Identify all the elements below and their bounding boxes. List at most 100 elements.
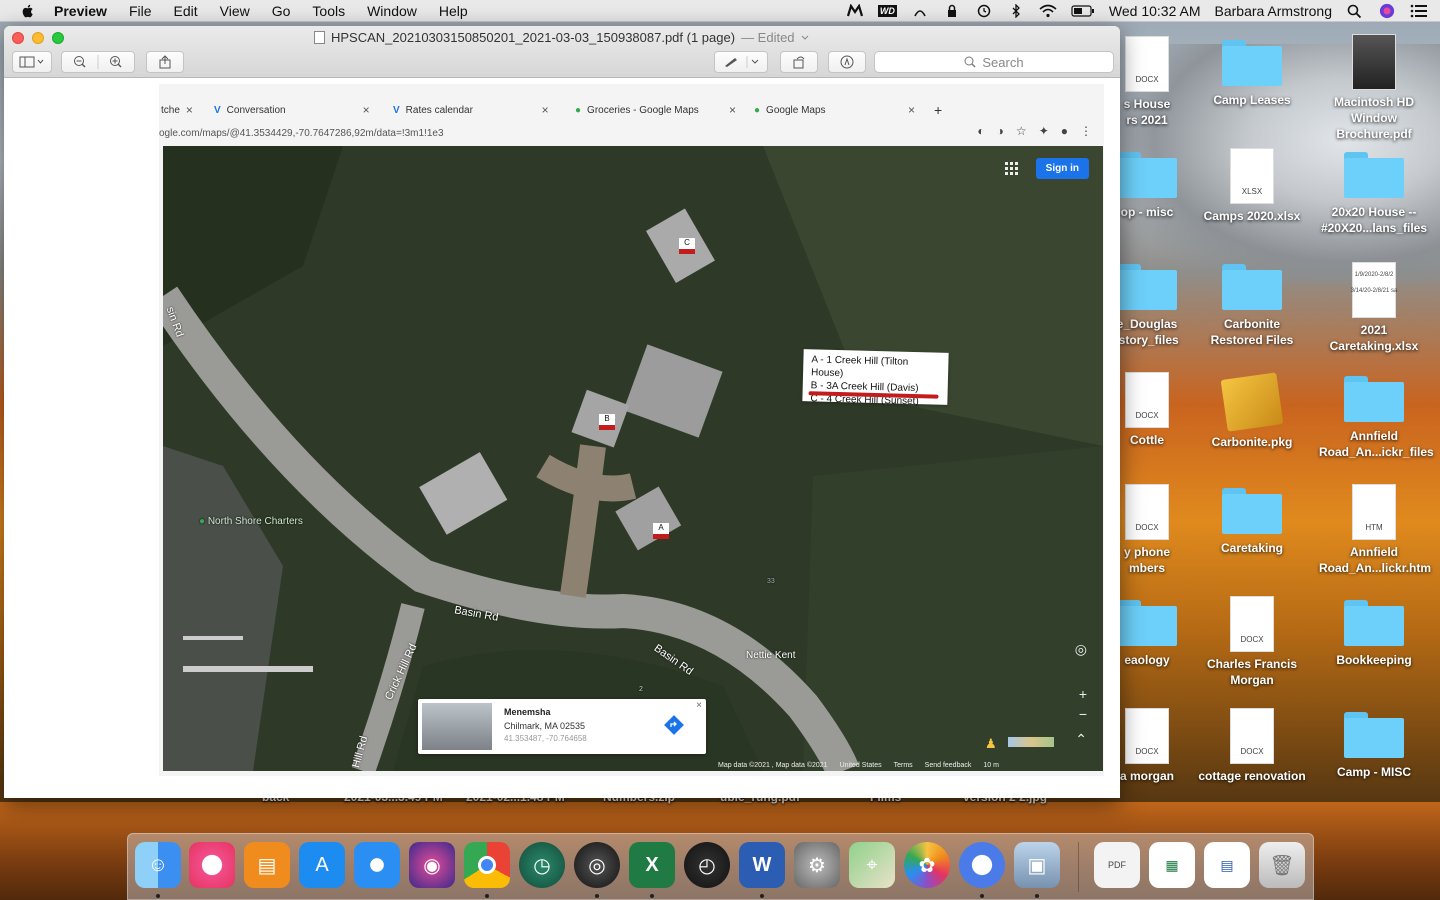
wifi-scan-icon[interactable] [911, 4, 929, 18]
marker-b: B [599, 414, 615, 430]
wd-icon[interactable]: WD [877, 5, 897, 17]
chrome-icon[interactable] [464, 842, 510, 888]
maximize-button[interactable] [52, 32, 64, 44]
time-machine-icon[interactable] [975, 4, 993, 18]
menu-view[interactable]: View [220, 3, 250, 19]
siri-icon[interactable] [1378, 3, 1396, 19]
word-doc-icon[interactable]: ▤ [1204, 842, 1250, 888]
user-name[interactable]: Barbara Armstrong [1215, 3, 1333, 19]
edited-status[interactable]: — Edited [741, 30, 794, 45]
preview-icon[interactable]: ▣ [1014, 842, 1060, 888]
notification-center-icon[interactable] [1410, 4, 1428, 18]
running-indicator [760, 894, 764, 898]
excel-doc-icon[interactable]: ▦ [1149, 842, 1195, 888]
desktop-icon-camp-misc[interactable]: Camp - MISC [1319, 712, 1429, 780]
annotate-button[interactable] [828, 51, 866, 73]
menu-file[interactable]: File [129, 3, 152, 19]
wifi-icon[interactable] [1039, 4, 1057, 18]
app-store-icon[interactable]: A [299, 842, 345, 888]
menu-edit[interactable]: Edit [174, 3, 198, 19]
desktop-icon-carbonite-restored[interactable]: Carbonite Restored Files [1197, 264, 1307, 348]
document-icon: DOCX [1125, 484, 1169, 540]
system-preferences-icon[interactable]: ⚙ [794, 842, 840, 888]
folder-icon [1222, 488, 1282, 534]
desktop-icon-20x20-house[interactable]: 20x20 House -- #20X20...lans_files [1319, 152, 1429, 236]
document-name[interactable]: HPSCAN_20210303150850201_2021-03-03_1509… [331, 30, 735, 45]
trash-icon[interactable]: 🗑 [1259, 842, 1305, 888]
share-button[interactable] [146, 51, 184, 73]
zoom-icons [74, 55, 122, 69]
time-machine-icon[interactable]: ◷ [519, 842, 565, 888]
itunes-icon[interactable]: ♫ [189, 842, 235, 888]
new-tab-icon: + [934, 102, 943, 118]
desktop-icon-window-brochure[interactable]: Macintosh HD Window Brochure.pdf [1319, 34, 1429, 142]
menu-app-name[interactable]: Preview [54, 3, 107, 19]
chevron-down-icon[interactable] [801, 35, 809, 41]
apple-menu-icon[interactable] [20, 3, 36, 19]
malwarebytes-icon[interactable] [846, 4, 864, 18]
desktop-icon-camp-leases[interactable]: Camp Leases [1197, 40, 1307, 108]
close-button[interactable] [12, 32, 24, 44]
scan-tab-label: Google Maps [766, 104, 826, 116]
running-indicator [156, 894, 160, 898]
safari-icon[interactable]: ✦ [354, 842, 400, 888]
dock: ☺ ♫ ▤ A ✦ ◉ ◷ ◎ X ◴ W ⚙ ⌖ ✿ ○ ▣ PDF ▦ ▤ … [127, 833, 1314, 900]
desktop-icon-camps-2020[interactable]: XLSX Camps 2020.xlsx [1197, 148, 1307, 224]
sidebar-toggle-button[interactable] [12, 51, 52, 73]
desktop-icon-charles-morgan[interactable]: DOCX Charles Francis Morgan [1197, 596, 1307, 688]
photos-icon[interactable]: ✿ [904, 842, 950, 888]
place-label: Nettie Kent [746, 650, 796, 661]
lock-icon[interactable] [943, 4, 961, 18]
map-number-label: 2 [639, 686, 643, 693]
dashboard-icon[interactable]: ◴ [684, 842, 730, 888]
folder-icon [1117, 152, 1177, 198]
desktop-icon-label: cottage renovation [1198, 769, 1306, 783]
desktop-icon-caretaking[interactable]: Caretaking [1197, 488, 1307, 556]
menu-help[interactable]: Help [439, 3, 468, 19]
chrome-alt-icon[interactable]: ○ [959, 842, 1005, 888]
bluetooth-icon[interactable] [1007, 4, 1025, 18]
battery-icon[interactable] [1071, 4, 1095, 18]
menu-go[interactable]: Go [272, 3, 291, 19]
pdf-doc-icon[interactable]: PDF [1094, 842, 1140, 888]
running-indicator [1035, 894, 1039, 898]
search-field[interactable]: Search [874, 51, 1114, 73]
maps-icon[interactable]: ⌖ [849, 842, 895, 888]
share-icon [159, 55, 171, 69]
extension-icon: ◑ [996, 124, 1004, 138]
location-name: Menemsha [504, 707, 551, 717]
place-name: North Shore Charters [207, 516, 303, 527]
close-icon: × [908, 103, 916, 117]
books-icon[interactable]: ▤ [244, 842, 290, 888]
desktop-icon-bookkeeping[interactable]: Bookkeeping [1319, 600, 1429, 668]
window-controls [12, 32, 64, 44]
menubar-status-area: WD Wed 10:32 AM Barbara Armstrong [846, 0, 1428, 22]
finder-icon[interactable]: ☺ [135, 842, 181, 888]
clock[interactable]: Wed 10:32 AM [1109, 3, 1201, 19]
menu-window[interactable]: Window [367, 3, 417, 19]
menu-tools[interactable]: Tools [312, 3, 345, 19]
spotlight-search-icon[interactable] [1346, 4, 1364, 18]
directions-icon [664, 715, 684, 735]
desktop-icon-carbonite-pkg[interactable]: Carbonite.pkg [1197, 372, 1307, 450]
folder-icon [1344, 712, 1404, 758]
rotate-button[interactable] [780, 51, 818, 73]
zoom-in-icon [110, 56, 122, 68]
siri-icon[interactable]: ◉ [409, 842, 455, 888]
desktop-icon-cottage-renovation[interactable]: DOCX cottage renovation [1197, 708, 1307, 784]
v-logo-icon: V [214, 104, 221, 116]
folder-icon [1344, 152, 1404, 198]
word-icon[interactable]: W [739, 842, 785, 888]
photo-booth-icon[interactable]: ◎ [574, 842, 620, 888]
markup-button[interactable] [714, 51, 768, 73]
desktop-icon-2021-caretaking[interactable]: 1/9/2020-2/8/2 3/14/20-2/8/21 sa 2021 Ca… [1319, 262, 1429, 354]
scanned-browser-tabs: tche × V Conversation × V Rates calendar × ● G… [159, 96, 1104, 122]
star-icon: ☆ [1015, 124, 1027, 138]
desktop-icon-annfield-htm[interactable]: HTM Annfield Road_An...lickr.htm [1319, 484, 1431, 576]
folder-icon [1117, 600, 1177, 646]
document-view[interactable]: tche × V Conversation × V Rates calendar × ● G… [4, 79, 1120, 798]
excel-icon[interactable]: X [629, 842, 675, 888]
minimize-button[interactable] [32, 32, 44, 44]
search-icon [964, 56, 976, 68]
desktop-icon-annfield-files[interactable]: Annfield Road_An...ickr_files [1319, 376, 1434, 460]
